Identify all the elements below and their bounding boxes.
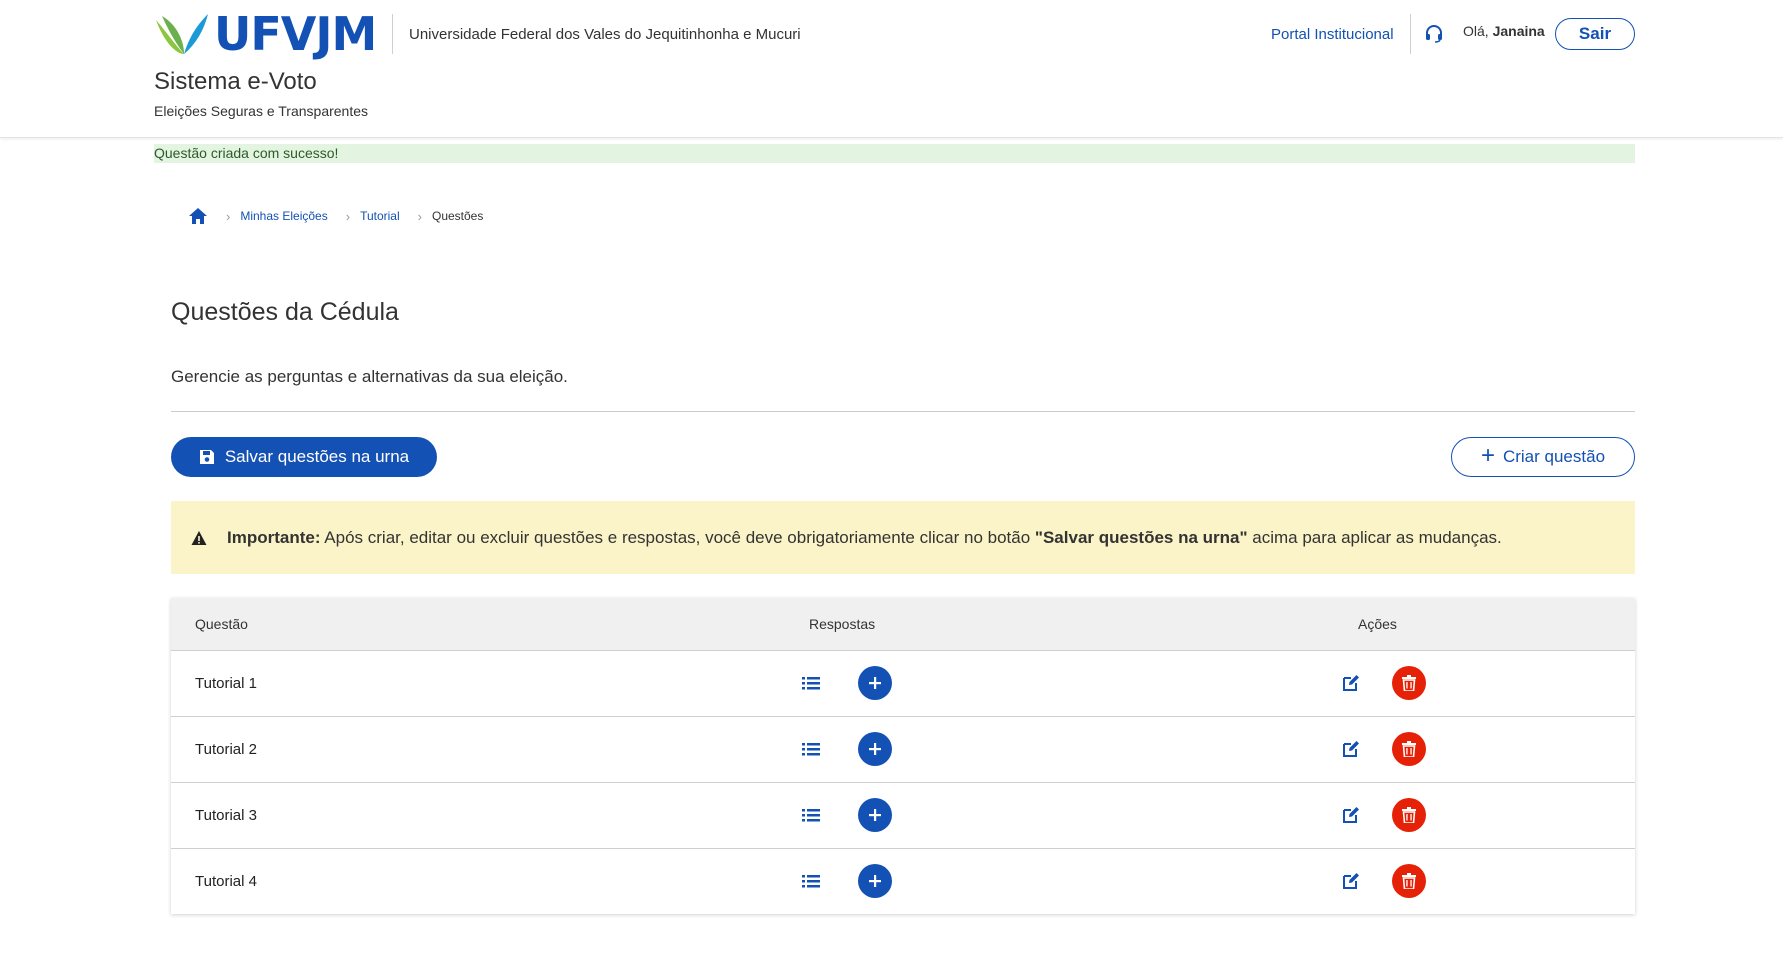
list-answers-icon[interactable]	[802, 807, 820, 823]
divider	[171, 411, 1635, 412]
plus-icon	[869, 677, 881, 689]
plus-icon	[869, 743, 881, 755]
breadcrumb-current: Questões	[431, 209, 484, 223]
save-questions-label: Salvar questões na urna	[224, 447, 410, 466]
question-name: Tutorial 3	[195, 807, 257, 824]
home-icon[interactable]	[188, 207, 208, 225]
breadcrumb: › Minhas Eleições › Tutorial › Questões	[188, 206, 483, 226]
list-answers-icon[interactable]	[802, 675, 820, 691]
logout-button[interactable]: Sair	[1555, 18, 1635, 50]
breadcrumb-separator: ›	[345, 208, 351, 224]
system-subtitle: Eleições Seguras e Transparentes	[154, 103, 369, 119]
warning-body-2: acima para aplicar as mudanças.	[1247, 527, 1502, 547]
questions-table: Questão Respostas Ações Tutorial 1 Tutor…	[171, 598, 1635, 914]
trash-icon	[1402, 741, 1416, 757]
question-name: Tutorial 1	[195, 675, 257, 692]
add-answer-button[interactable]	[858, 864, 892, 898]
success-alert: Questão criada com sucesso!	[154, 144, 1635, 163]
table-row: Tutorial 3	[171, 782, 1635, 848]
user-name: Janaina	[1492, 23, 1545, 39]
table-row: Tutorial 4	[171, 848, 1635, 914]
site-header: UFVJM Universidade Federal dos Vales do …	[0, 0, 1783, 138]
edit-icon[interactable]	[1342, 674, 1360, 692]
save-questions-button[interactable]: Salvar questões na urna	[171, 437, 437, 477]
warning-text: Importante: Após criar, editar ou exclui…	[227, 528, 1502, 548]
question-name: Tutorial 4	[195, 873, 257, 890]
delete-question-button[interactable]	[1392, 864, 1426, 898]
breadcrumb-minhas-eleicoes[interactable]: Minhas Eleições	[240, 209, 327, 223]
column-header-respostas: Respostas	[809, 616, 876, 632]
column-header-questao: Questão	[195, 616, 248, 632]
header-divider	[392, 14, 393, 54]
save-icon	[199, 450, 214, 464]
column-header-acoes: Ações	[1358, 616, 1397, 632]
warning-emphasis: "Salvar questões na urna"	[1034, 527, 1248, 547]
plus-icon: +	[1480, 441, 1495, 469]
user-greeting: Olá, Janaina	[1463, 23, 1545, 39]
logo-text: UFVJM	[214, 7, 377, 61]
list-answers-icon[interactable]	[802, 741, 820, 757]
delete-question-button[interactable]	[1392, 666, 1426, 700]
ufvjm-logo[interactable]: UFVJM	[154, 7, 377, 61]
page-description: Gerencie as perguntas e alternativas da …	[171, 367, 568, 386]
breadcrumb-separator: ›	[417, 208, 422, 224]
important-warning: Importante: Após criar, editar ou exclui…	[171, 501, 1635, 574]
system-title: Sistema e-Voto	[154, 68, 317, 95]
support-icon[interactable]	[1424, 24, 1444, 44]
header-separator	[1410, 14, 1411, 54]
portal-institucional-link[interactable]: Portal Institucional	[1271, 26, 1394, 43]
list-answers-icon[interactable]	[802, 873, 820, 889]
trash-icon	[1402, 873, 1416, 889]
breadcrumb-separator: ›	[226, 208, 231, 224]
trash-icon	[1402, 675, 1416, 691]
edit-icon[interactable]	[1342, 872, 1360, 890]
question-name: Tutorial 2	[195, 741, 257, 758]
edit-icon[interactable]	[1342, 806, 1360, 824]
breadcrumb-tutorial[interactable]: Tutorial	[360, 209, 400, 223]
create-question-label: Criar questão	[1502, 447, 1606, 466]
warning-label: Importante:	[227, 527, 321, 547]
add-answer-button[interactable]	[858, 732, 892, 766]
add-answer-button[interactable]	[858, 666, 892, 700]
delete-question-button[interactable]	[1392, 732, 1426, 766]
table-header: Questão Respostas Ações	[171, 598, 1635, 650]
plus-icon	[869, 875, 881, 887]
create-question-button[interactable]: + Criar questão	[1451, 437, 1635, 477]
warning-icon	[191, 530, 207, 545]
plus-icon	[869, 809, 881, 821]
warning-body-1: Após criar, editar ou excluir questões e…	[320, 527, 1035, 547]
greeting-prefix: Olá,	[1463, 23, 1489, 39]
page-title: Questões da Cédula	[171, 298, 399, 326]
table-row: Tutorial 1	[171, 650, 1635, 716]
trash-icon	[1402, 807, 1416, 823]
table-row: Tutorial 2	[171, 716, 1635, 782]
delete-question-button[interactable]	[1392, 798, 1426, 832]
add-answer-button[interactable]	[858, 798, 892, 832]
university-name: Universidade Federal dos Vales do Jequit…	[409, 26, 801, 43]
logo-leaf-icon	[156, 14, 208, 54]
edit-icon[interactable]	[1342, 740, 1360, 758]
